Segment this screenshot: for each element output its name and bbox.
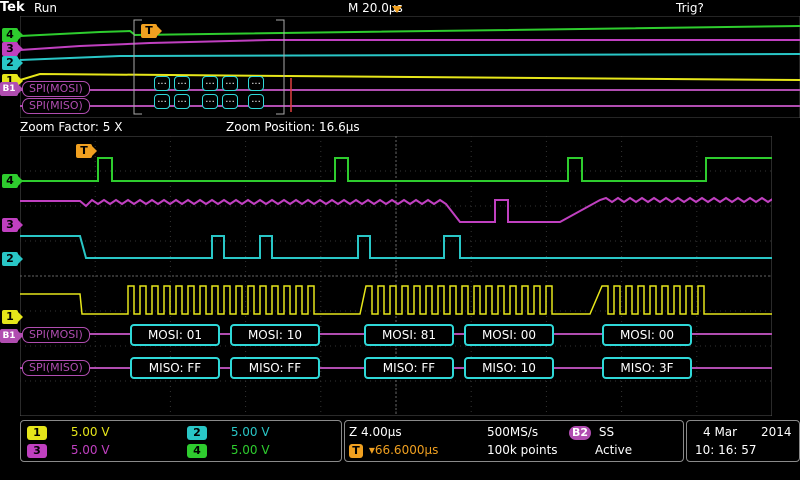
overview-channel-4-marker[interactable]: 4 xyxy=(2,28,23,42)
mosi-decode-packet[interactable]: MOSI: 00 xyxy=(602,324,692,346)
overview-trigger-marker[interactable]: T xyxy=(141,24,162,38)
record-length: 100k points xyxy=(487,443,558,457)
channel-2-marker[interactable]: 2 xyxy=(2,252,23,266)
channel-scale-panel[interactable]: 1 5.00 V 2 5.00 V 3 5.00 V 4 5.00 V xyxy=(20,420,342,462)
channel-3-marker[interactable]: 3 xyxy=(2,218,23,232)
zoom-position[interactable]: Zoom Position: 16.6µs xyxy=(226,120,360,134)
trigger-position: ▾66.6000µs xyxy=(368,443,439,457)
mosi-bus-label: SPI(MOSI) xyxy=(22,327,90,343)
trigger-state: Trig? xyxy=(676,1,704,15)
mosi-decode-packet[interactable]: MOSI: 10 xyxy=(230,324,320,346)
year: 2014 xyxy=(761,425,792,439)
mosi-decode-packet[interactable]: MOSI: 81 xyxy=(364,324,454,346)
bus-b2-badge: B2 xyxy=(569,426,591,440)
overview-miso-packet: ... xyxy=(154,94,170,109)
bus-state: Active xyxy=(595,443,633,457)
ch3-scale: 5.00 V xyxy=(70,443,110,457)
ch2-scale: 5.00 V xyxy=(230,425,270,439)
status-bar: 1 5.00 V 2 5.00 V 3 5.00 V 4 5.00 V Z 4.… xyxy=(0,418,800,480)
overview-waveforms xyxy=(19,15,800,119)
overview-miso-packet: ... xyxy=(202,94,218,109)
overview-channel-2-marker[interactable]: 2 xyxy=(2,56,23,70)
trigger-position-icon xyxy=(392,6,402,13)
brand-logo: Tek xyxy=(0,0,25,15)
ch1-scale: 5.00 V xyxy=(70,425,110,439)
overview-mosi-packet: ... xyxy=(248,76,264,91)
overview-miso-packet: ... xyxy=(248,94,264,109)
sample-rate: 500MS/s xyxy=(487,425,539,439)
overview-mosi-packet: ... xyxy=(222,76,238,91)
overview-miso-packet: ... xyxy=(222,94,238,109)
zoom-scale: Z 4.00µs xyxy=(349,425,402,439)
overview-channel-3-marker[interactable]: 3 xyxy=(2,42,23,56)
overview-window[interactable]: T .............................. xyxy=(19,15,800,119)
trigger-marker[interactable]: T xyxy=(76,144,97,158)
miso-decode-packet[interactable]: MISO: 10 xyxy=(464,357,554,379)
miso-decode-packet[interactable]: MISO: FF xyxy=(364,357,454,379)
date-time-panel: 4 Mar 2014 10: 16: 57 xyxy=(686,420,800,462)
date: 4 Mar xyxy=(703,425,738,439)
channel-1-marker[interactable]: 1 xyxy=(2,310,23,324)
ch2-number: 2 xyxy=(187,426,207,440)
channel-4-marker[interactable]: 4 xyxy=(2,174,23,188)
time: 10: 16: 57 xyxy=(695,443,757,457)
miso-decode-packet[interactable]: MISO: 3F xyxy=(602,357,692,379)
bus-b1-marker[interactable]: B1 xyxy=(0,329,23,343)
ch3-number: 3 xyxy=(27,444,47,458)
overview-bus-b1-marker[interactable]: B1 xyxy=(0,82,23,96)
overview-miso-packet: ... xyxy=(174,94,190,109)
overview-miso-label: SPI(MISO) xyxy=(22,98,90,114)
ch1-number: 1 xyxy=(27,426,47,440)
overview-mosi-packet: ... xyxy=(154,76,170,91)
mosi-decode-packet[interactable]: MOSI: 00 xyxy=(464,324,554,346)
miso-decode-packet[interactable]: MISO: FF xyxy=(230,357,320,379)
ch4-number: 4 xyxy=(187,444,207,458)
miso-decode-packet[interactable]: MISO: FF xyxy=(130,357,220,379)
overview-mosi-label: SPI(MOSI) xyxy=(22,81,90,97)
run-state: Run xyxy=(34,1,58,15)
overview-mosi-packet: ... xyxy=(174,76,190,91)
top-status-bar: Tek Run M 20.0µs Trig? xyxy=(0,0,800,16)
miso-bus-label: SPI(MISO) xyxy=(22,360,90,376)
ch4-scale: 5.00 V xyxy=(230,443,270,457)
bus-type: SS xyxy=(598,425,615,439)
zoom-factor[interactable]: Zoom Factor: 5 X xyxy=(20,120,122,134)
mosi-decode-packet[interactable]: MOSI: 01 xyxy=(130,324,220,346)
zoom-info-bar: Zoom Factor: 5 X Zoom Position: 16.6µs xyxy=(20,120,800,134)
acquisition-panel[interactable]: Z 4.00µs 500MS/s T ▾66.6000µs 100k point… xyxy=(344,420,684,462)
overview-mosi-packet: ... xyxy=(202,76,218,91)
trigger-icon: T xyxy=(349,444,363,458)
